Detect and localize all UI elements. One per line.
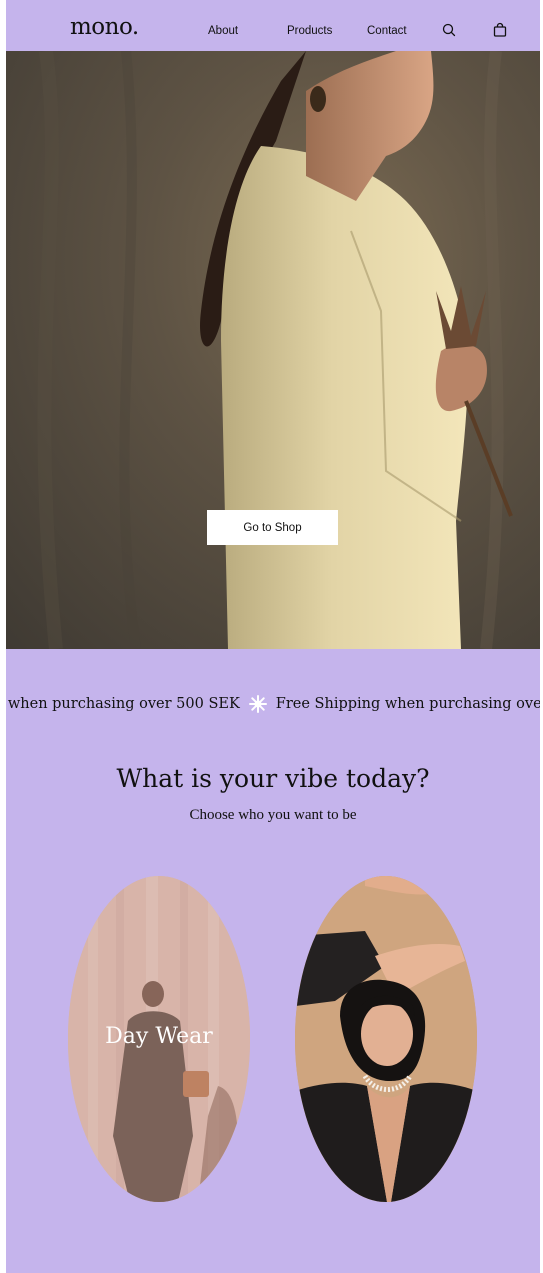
page: mono. About Products Contact Go to Shop … xyxy=(6,0,540,1273)
site-header: mono. About Products Contact xyxy=(6,0,540,51)
logo[interactable]: mono. xyxy=(70,14,139,40)
section-subtitle: Choose who you want to be xyxy=(189,807,357,823)
nav-contact[interactable]: Contact xyxy=(367,25,407,37)
search-icon[interactable] xyxy=(441,22,457,38)
shopping-bag-icon[interactable] xyxy=(492,22,508,38)
shipping-marquee: ing when purchasing over 500 SEK Free Sh… xyxy=(6,690,540,718)
marquee-text: ing when purchasing over 500 SEK xyxy=(6,696,240,712)
hero-image: Go to Shop xyxy=(6,51,540,649)
category-label: Day Wear xyxy=(105,1024,213,1049)
sparkle-icon xyxy=(248,694,268,714)
section-title: What is your vibe today? xyxy=(116,764,430,793)
go-to-shop-button[interactable]: Go to Shop xyxy=(207,510,338,545)
hero-illustration xyxy=(37,51,513,649)
marquee-text: Free Shipping when purchasing over xyxy=(275,696,540,712)
nav-about[interactable]: About xyxy=(208,25,238,37)
category-night-wear[interactable] xyxy=(295,876,477,1202)
nav-products[interactable]: Products xyxy=(287,25,332,37)
category-photo xyxy=(295,876,477,1202)
category-day-wear[interactable]: Day Wear xyxy=(68,876,250,1202)
